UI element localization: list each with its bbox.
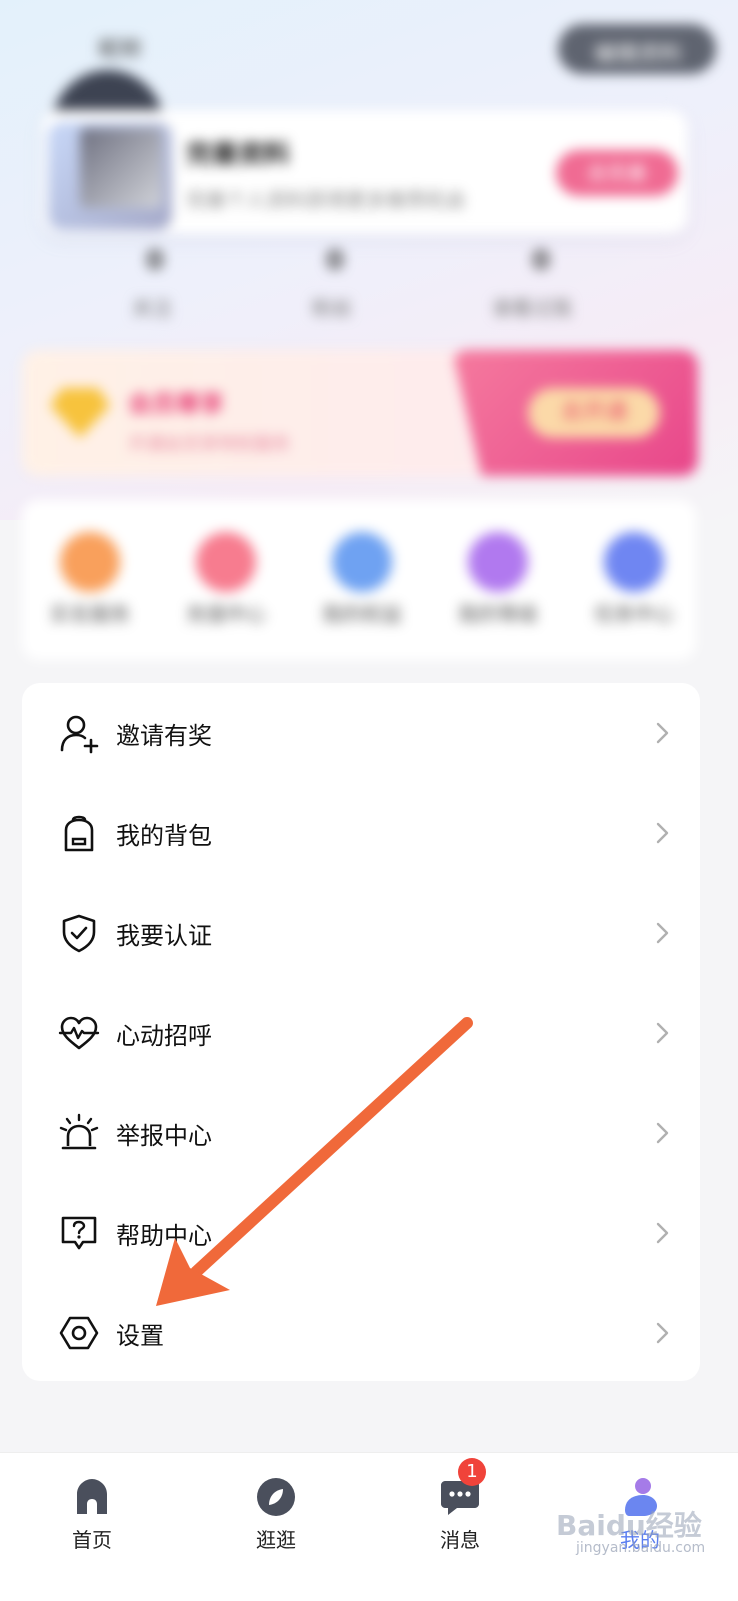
shortcut-label-4: 我的等级	[458, 602, 538, 626]
nav-home[interactable]: 首页	[42, 1468, 142, 1578]
shortcut-label-5: 任务中心	[594, 602, 674, 626]
menu-item-invite[interactable]: 邀请有奖	[22, 683, 700, 783]
shortcut-icon-3[interactable]	[332, 532, 392, 592]
nav-explore[interactable]: 逛逛	[226, 1468, 326, 1578]
alarm-icon	[59, 1113, 99, 1150]
unread-badge: 1	[458, 1458, 486, 1486]
shortcut-icon-1[interactable]	[60, 532, 120, 592]
menu-item-settings[interactable]: 设置	[22, 1283, 700, 1383]
shortcut-label-1: 实名服务	[50, 602, 130, 626]
shortcut-icon-2[interactable]	[196, 532, 256, 592]
heartbeat-icon	[58, 1016, 100, 1050]
chevron-right-icon	[656, 1122, 669, 1144]
complete-profile-button[interactable]: 去完善	[556, 150, 678, 196]
explore-icon	[257, 1478, 295, 1516]
chevron-right-icon	[656, 1222, 669, 1244]
add-user-icon	[60, 715, 99, 754]
chevron-right-icon	[656, 722, 669, 744]
profile-card-subtitle: 完善个人资料获得更多推荐机会	[186, 188, 466, 212]
home-icon	[77, 1479, 107, 1514]
edit-profile-label: 编辑资料	[593, 42, 682, 67]
fans-count[interactable]: 0	[326, 246, 344, 276]
menu-item-label: 邀请有奖	[116, 722, 212, 750]
watermark: Baidu经验	[556, 1509, 702, 1542]
menu-item-label: 我的背包	[116, 822, 212, 850]
menu-item-label: 举报中心	[116, 1122, 212, 1150]
shortcut-icon-5[interactable]	[604, 532, 664, 592]
menu-item-label: 我要认证	[116, 922, 212, 950]
following-label: 关注	[132, 296, 172, 320]
chevron-right-icon	[656, 822, 669, 844]
watermark-url: jingyan.baidu.com	[576, 1540, 706, 1556]
chevron-right-icon	[656, 1022, 669, 1044]
fans-label: 粉丝	[312, 296, 352, 320]
following-count[interactable]: 0	[146, 246, 164, 276]
visitors-count[interactable]: 0	[532, 246, 550, 276]
menu-item-help[interactable]: 帮助中心	[22, 1183, 700, 1283]
backpack-icon	[64, 815, 94, 852]
profile-photo	[80, 128, 162, 208]
menu-item-heartbeat[interactable]: 心动招呼	[22, 983, 700, 1083]
chevron-right-icon	[656, 922, 669, 944]
nav-label: 消息	[440, 1528, 480, 1552]
shield-check-icon	[62, 914, 96, 953]
menu-item-verify[interactable]: 我要认证	[22, 883, 700, 983]
chevron-right-icon	[656, 1322, 669, 1344]
shortcut-label-2: 充值中心	[186, 602, 266, 626]
nickname: 昵称	[98, 38, 143, 63]
menu-item-report[interactable]: 举报中心	[22, 1083, 700, 1183]
shortcut-icon-4[interactable]	[468, 532, 528, 592]
menu-item-backpack[interactable]: 我的背包	[22, 783, 700, 883]
shortcut-label-3: 我的权益	[322, 602, 402, 626]
menu-item-label: 帮助中心	[116, 1222, 212, 1250]
nav-messages[interactable]: 消息	[410, 1468, 510, 1578]
help-icon	[61, 1216, 97, 1250]
vip-subtitle: 开通会员享特权服务	[128, 434, 290, 455]
nav-label: 逛逛	[256, 1528, 296, 1552]
menu-item-label: 心动招呼	[116, 1022, 212, 1050]
profile-card-title: 完善资料	[186, 140, 291, 170]
nav-label: 首页	[72, 1528, 112, 1552]
settings-icon	[59, 1316, 99, 1350]
menu-item-label: 设置	[116, 1322, 164, 1350]
visitors-label: 谁看过我	[492, 296, 572, 320]
vip-open-button[interactable]: 去开通	[528, 388, 660, 438]
vip-title: 会员尊享	[128, 390, 224, 418]
